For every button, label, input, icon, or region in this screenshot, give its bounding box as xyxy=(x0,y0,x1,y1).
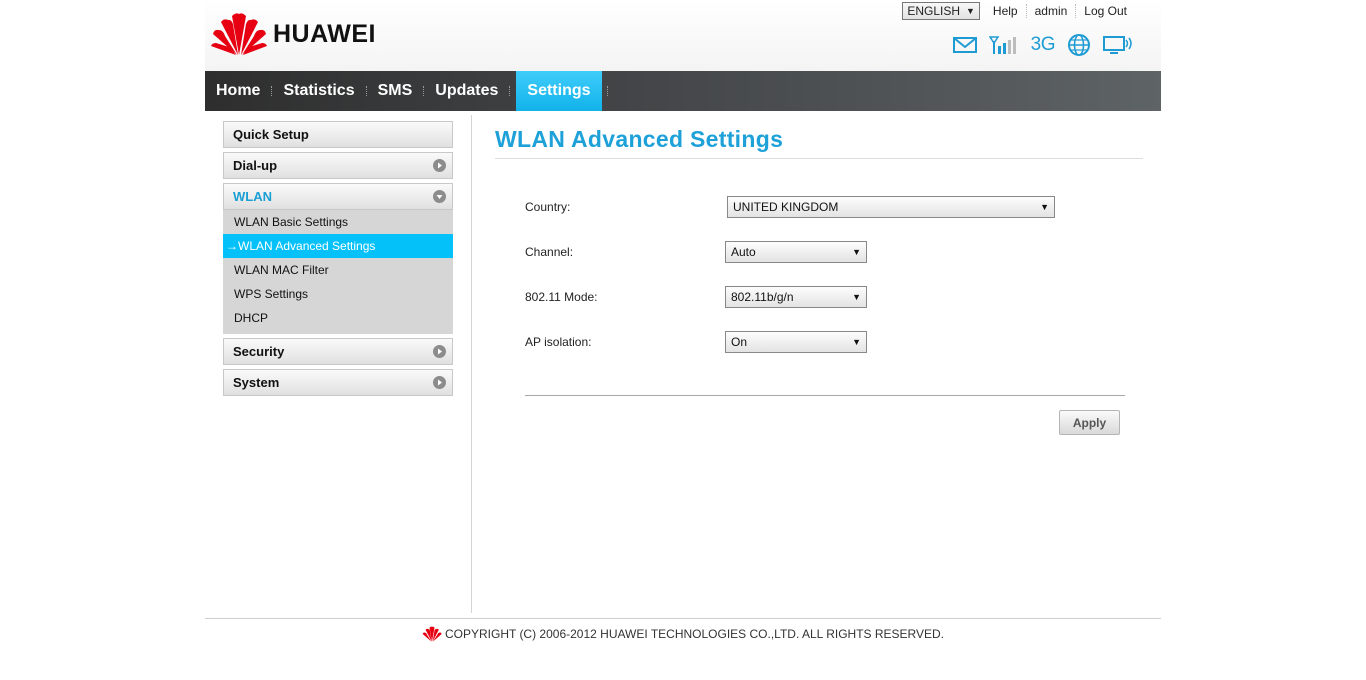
logout-link[interactable]: Log Out xyxy=(1075,4,1135,18)
mode-label: 802.11 Mode: xyxy=(525,290,598,304)
dropdown-arrow-icon: ▼ xyxy=(852,247,861,257)
sidebar-item-wlan-basic[interactable]: WLAN Basic Settings xyxy=(223,210,453,234)
sidebar-label: System xyxy=(233,375,280,390)
nav-separator xyxy=(509,86,511,96)
ap-isolation-label: AP isolation: xyxy=(525,335,592,349)
country-value: UNITED KINGDOM xyxy=(733,200,839,214)
help-link[interactable]: Help xyxy=(985,4,1026,18)
top-links: ENGLISH ▼ Help admin Log Out xyxy=(902,2,1135,20)
wifi-device-icon xyxy=(1103,36,1132,54)
dropdown-arrow-icon: ▼ xyxy=(966,6,975,16)
sidebar-wlan[interactable]: WLAN xyxy=(223,183,453,210)
footer-divider xyxy=(205,618,1161,619)
main-content: WLAN Advanced Settings Country: UNITED K… xyxy=(495,126,1143,435)
internet-globe-icon xyxy=(1068,34,1090,56)
mode-select[interactable]: 802.11b/g/n ▼ xyxy=(725,286,867,308)
form-divider xyxy=(525,395,1125,396)
copyright-text: COPYRIGHT (C) 2006-2012 HUAWEI TECHNOLOG… xyxy=(444,627,945,641)
dropdown-arrow-icon: ▼ xyxy=(1040,202,1049,212)
nav-updates[interactable]: Updates xyxy=(424,71,509,111)
mode-value: 802.11b/g/n xyxy=(731,290,794,304)
wlan-submenu: WLAN Basic Settings →WLAN Advanced Setti… xyxy=(223,210,453,334)
huawei-small-logo-icon xyxy=(422,626,442,642)
ap-isolation-select[interactable]: On ▼ xyxy=(725,331,867,353)
language-select[interactable]: ENGLISH ▼ xyxy=(902,2,980,20)
nav-home[interactable]: Home xyxy=(205,71,271,111)
dropdown-arrow-icon: ▼ xyxy=(852,292,861,302)
huawei-logo: HUAWEI xyxy=(211,12,376,56)
admin-link[interactable]: admin xyxy=(1025,4,1076,18)
channel-label: Channel: xyxy=(525,245,574,259)
expand-arrow-icon xyxy=(433,345,446,358)
dropdown-arrow-icon: ▼ xyxy=(852,337,861,347)
country-select[interactable]: UNITED KINGDOM ▼ xyxy=(727,196,1055,218)
sidebar-label: Security xyxy=(233,344,285,359)
footer: COPYRIGHT (C) 2006-2012 HUAWEI TECHNOLOG… xyxy=(0,626,1366,642)
mail-icon[interactable] xyxy=(952,36,977,54)
mode-row: 802.11 Mode: 802.11b/g/n ▼ xyxy=(525,286,867,308)
brand-name: HUAWEI xyxy=(273,19,376,48)
channel-select[interactable]: Auto ▼ xyxy=(725,241,867,263)
sidebar-item-wlan-mac-filter[interactable]: WLAN MAC Filter xyxy=(223,258,453,282)
expand-arrow-icon xyxy=(433,159,446,172)
page-title: WLAN Advanced Settings xyxy=(495,126,1143,159)
expand-arrow-icon xyxy=(433,376,446,389)
country-row: Country: UNITED KINGDOM ▼ xyxy=(525,196,1055,218)
ap-isolation-row: AP isolation: On ▼ xyxy=(525,331,867,353)
page-wrapper: HUAWEI ENGLISH ▼ Help admin Log Out 3G H… xyxy=(205,0,1161,613)
settings-sidebar: Quick Setup Dial-up WLAN WLAN Basic Sett… xyxy=(223,121,453,400)
country-label: Country: xyxy=(525,200,571,214)
sidebar-item-dhcp[interactable]: DHCP xyxy=(223,306,453,330)
collapse-arrow-icon xyxy=(433,190,446,203)
sidebar-item-wps[interactable]: WPS Settings xyxy=(223,282,453,306)
status-icons: 3G xyxy=(952,33,1133,57)
language-value: ENGLISH xyxy=(907,4,960,18)
sidebar-security[interactable]: Security xyxy=(223,338,453,365)
sidebar-system[interactable]: System xyxy=(223,369,453,396)
vertical-divider xyxy=(471,115,472,613)
sidebar-label: Quick Setup xyxy=(233,127,309,142)
nav-settings[interactable]: Settings xyxy=(516,71,602,111)
nav-statistics[interactable]: Statistics xyxy=(272,71,365,111)
nav-separator xyxy=(606,86,608,96)
huawei-flower-icon xyxy=(211,13,267,56)
header: HUAWEI ENGLISH ▼ Help admin Log Out 3G xyxy=(205,0,1161,71)
sidebar-label: Dial-up xyxy=(233,158,278,173)
signal-strength-icon xyxy=(988,36,1016,54)
apply-button[interactable]: Apply xyxy=(1059,410,1120,435)
sidebar-label: WLAN xyxy=(233,189,272,204)
main-nav: Home Statistics SMS Updates Settings xyxy=(205,71,1161,111)
sidebar-item-wlan-advanced[interactable]: →WLAN Advanced Settings xyxy=(223,234,453,258)
nav-sms[interactable]: SMS xyxy=(367,71,424,111)
channel-value: Auto xyxy=(731,245,756,259)
network-type-indicator: 3G xyxy=(1030,34,1056,55)
sidebar-dialup[interactable]: Dial-up xyxy=(223,152,453,179)
ap-isolation-value: On xyxy=(731,335,748,349)
sidebar-quick-setup[interactable]: Quick Setup xyxy=(223,121,453,148)
channel-row: Channel: Auto ▼ xyxy=(525,241,867,263)
